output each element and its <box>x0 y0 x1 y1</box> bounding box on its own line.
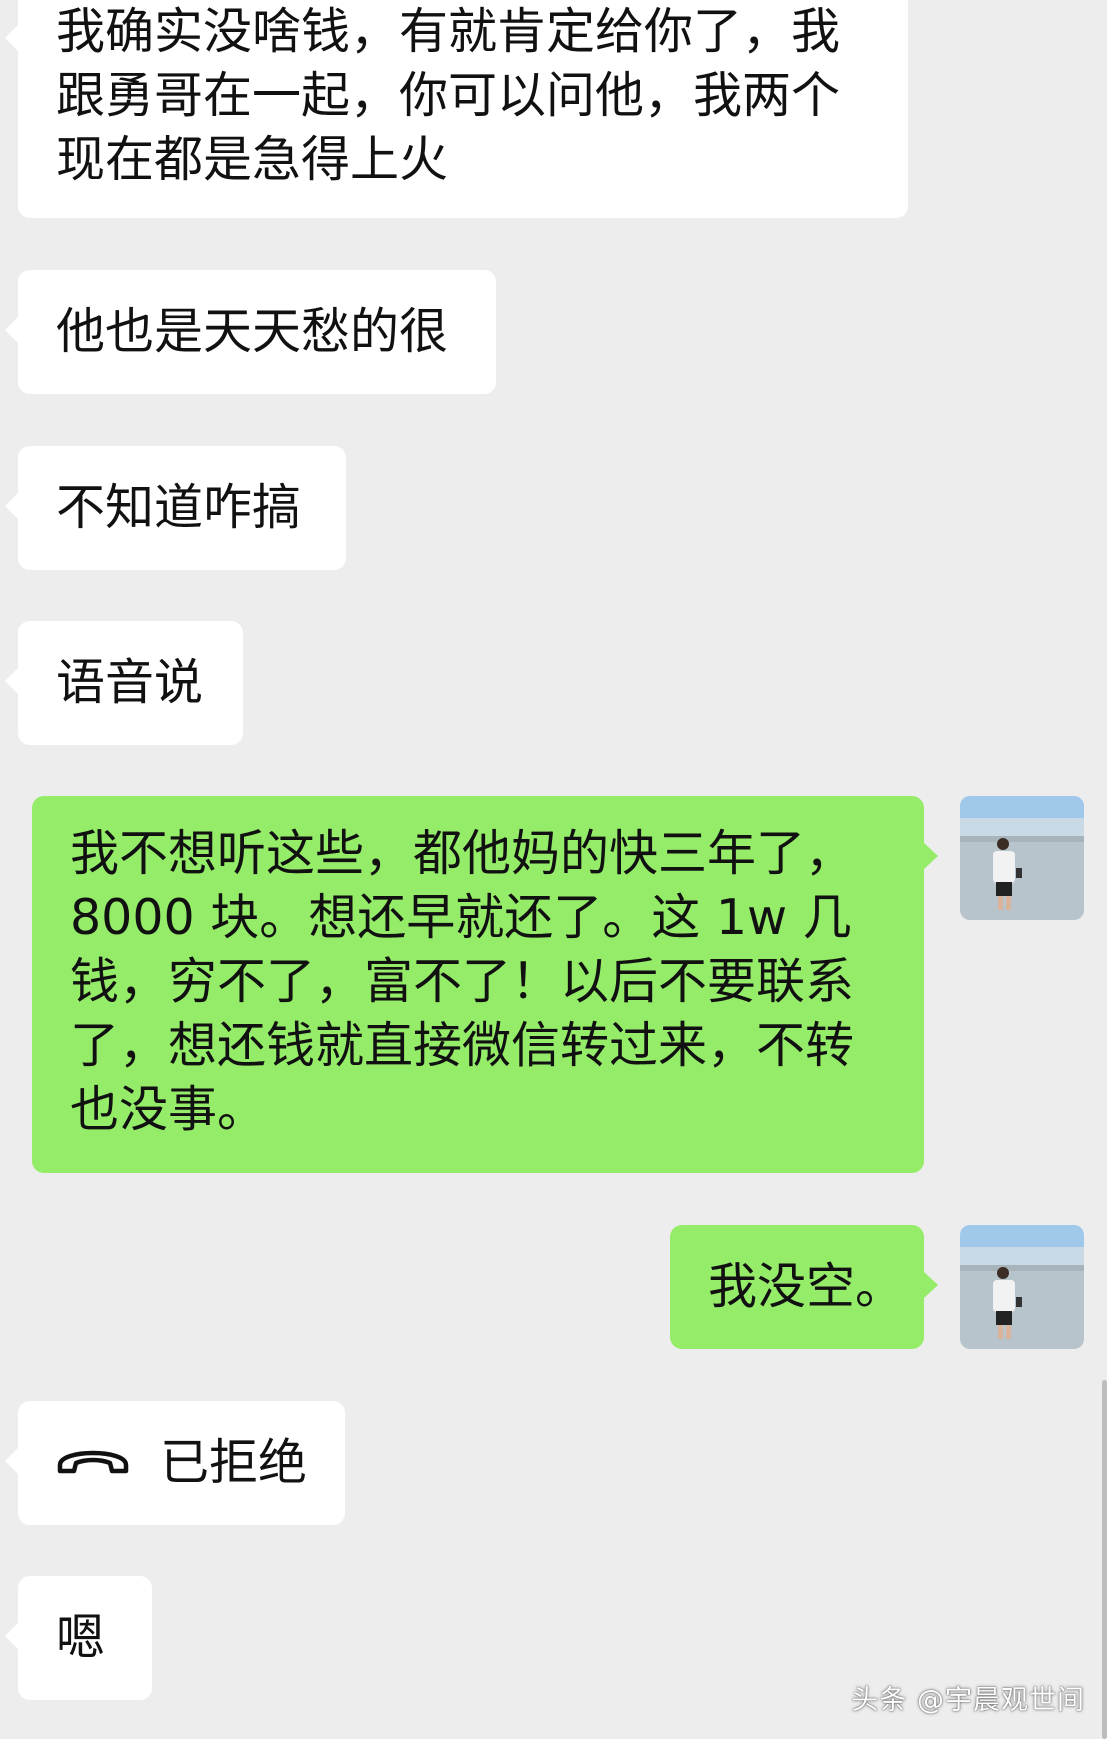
call-record-bubble[interactable]: 已拒绝 <box>5 1401 345 1525</box>
message-text-line: 8000 块。想还早就还了。这 1w 几 <box>70 889 852 946</box>
message-text-line: 也没事。 <box>70 1081 267 1138</box>
message-bubble-incoming[interactable]: 嗯 <box>5 1576 152 1700</box>
message-bubble-incoming[interactable]: 我确实没啥钱，有就肯定给你了，我 跟勇哥在一起，你可以问他，我两个 现在都是急得… <box>5 0 908 218</box>
message-bubble-outgoing[interactable]: 我不想听这些，都他妈的快三年了， 8000 块。想还早就还了。这 1w 几 钱，… <box>32 796 938 1173</box>
message-text-line: 现在都是急得上火 <box>56 131 449 188</box>
message-text-line: 我确实没啥钱，有就肯定给你了，我 <box>56 3 841 60</box>
avatar-self[interactable] <box>960 1225 1084 1349</box>
scrollbar[interactable] <box>1102 1380 1107 1739</box>
message-text-line: 了，想还钱就直接微信转过来，不转 <box>70 1017 855 1074</box>
call-status-text: 已拒绝 <box>160 1434 308 1491</box>
phone-hangup-icon <box>56 1427 130 1491</box>
message-text-line: 跟勇哥在一起，你可以问他，我两个 <box>56 67 841 124</box>
avatar-photo <box>960 796 1084 920</box>
chat-conversation: 我确实没啥钱，有就肯定给你了，我 跟勇哥在一起，你可以问他，我两个 现在都是急得… <box>0 0 1107 1739</box>
message-bubble-incoming[interactable]: 语音说 <box>5 621 243 745</box>
message-bubble-outgoing[interactable]: 我没空。 <box>670 1225 938 1349</box>
avatar-photo <box>960 1225 1084 1349</box>
avatar-self[interactable] <box>960 796 1084 920</box>
message-bubble-incoming[interactable]: 不知道咋搞 <box>5 446 346 570</box>
message-text: 嗯 <box>56 1609 106 1666</box>
message-text: 语音说 <box>56 654 204 711</box>
message-text: 他也是天天愁的很 <box>56 303 449 360</box>
message-bubble-incoming[interactable]: 他也是天天愁的很 <box>5 270 496 394</box>
message-text: 不知道咋搞 <box>56 479 302 536</box>
message-text-line: 钱，穷不了，富不了！以后不要联系 <box>70 953 855 1010</box>
watermark-text: 头条 @宇晨观世间 <box>851 1685 1085 1716</box>
message-text-line: 我不想听这些，都他妈的快三年了， <box>70 825 855 882</box>
message-text: 我没空。 <box>708 1258 905 1315</box>
